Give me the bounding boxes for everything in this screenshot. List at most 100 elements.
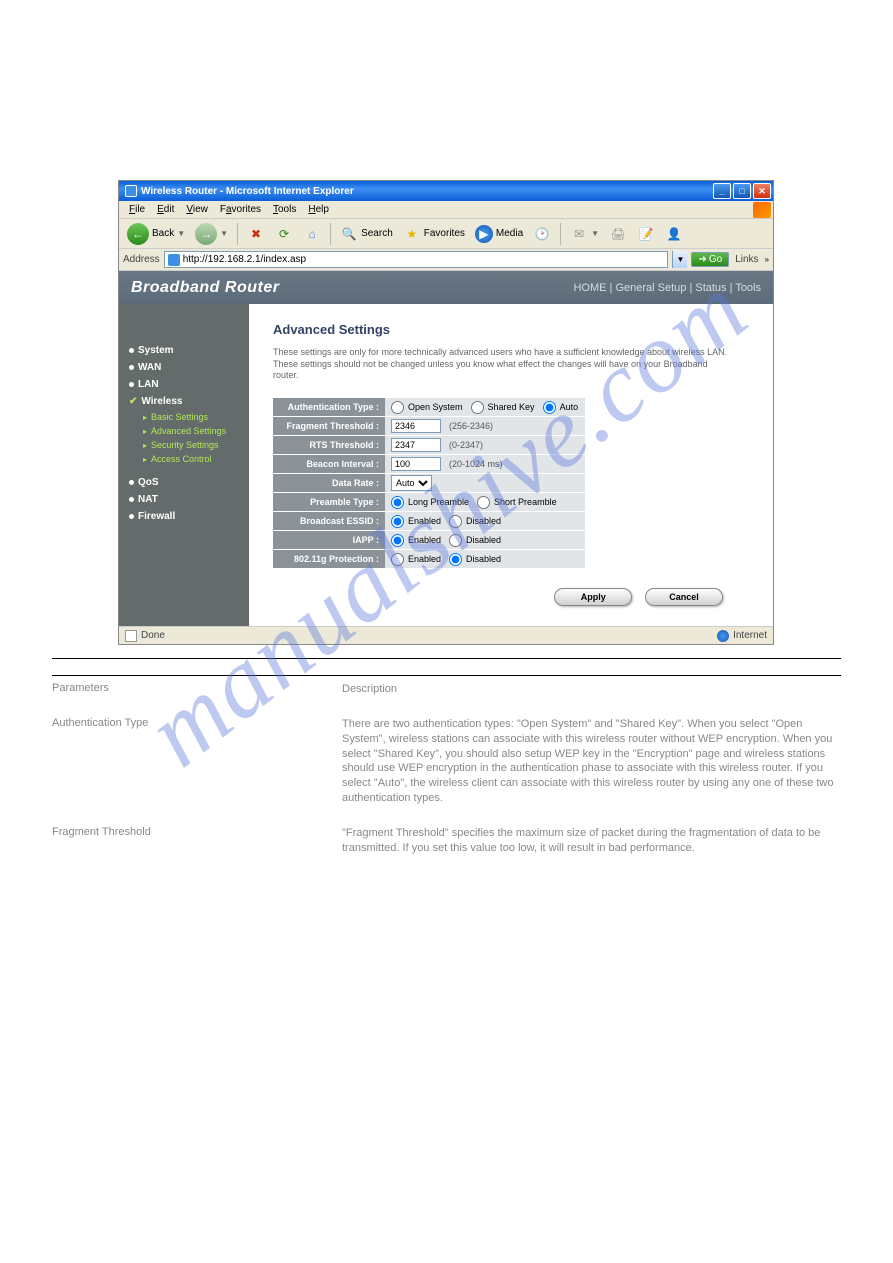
mail-button[interactable]: ✉▼ [566, 223, 603, 245]
address-dropdown[interactable]: ▼ [672, 251, 687, 268]
forward-button[interactable]: → ▼ [191, 221, 232, 247]
radio-auto[interactable]: Auto [543, 401, 579, 414]
status-done: Done [141, 630, 165, 641]
radio-iapp-disabled[interactable]: Disabled [449, 534, 501, 547]
input-rts[interactable] [391, 438, 441, 452]
header-nav[interactable]: HOME | General Setup | Status | Tools [573, 282, 761, 294]
main-panel: Advanced Settings These settings are onl… [249, 304, 773, 644]
chevron-down-icon: ▼ [177, 229, 185, 238]
row-beacon: Beacon Interval : (20-1024 ms) [273, 455, 749, 473]
sidebar-item-nat[interactable]: NAT [119, 491, 249, 508]
brand-title: Broadband Router [131, 279, 279, 297]
sidebar-label: Wireless [141, 396, 182, 407]
sidebar-sub-security[interactable]: ▸Security Settings [119, 438, 249, 452]
print-button[interactable]: 🖨 [605, 223, 631, 245]
maximize-button[interactable]: □ [733, 183, 751, 199]
sidebar: System WAN LAN ✔Wireless ▸Basic Settings… [119, 304, 249, 644]
menu-file[interactable]: File [123, 202, 151, 217]
ctrl-essid: Enabled Disabled [385, 512, 585, 530]
favorites-button[interactable]: ★Favorites [399, 223, 469, 245]
apply-button[interactable]: Apply [554, 588, 632, 606]
ctrl-iapp: Enabled Disabled [385, 531, 585, 549]
arrow-icon: ▸ [143, 413, 147, 422]
window-title: Wireless Router - Microsoft Internet Exp… [141, 186, 354, 197]
banner: Broadband Router HOME | General Setup | … [119, 271, 773, 304]
menu-help[interactable]: Help [302, 202, 335, 217]
close-button[interactable]: ✕ [753, 183, 771, 199]
blurb-auth-label: Authentication Type [52, 717, 342, 806]
sidebar-sub-advanced[interactable]: ▸Advanced Settings [119, 424, 249, 438]
cancel-button[interactable]: Cancel [645, 588, 723, 606]
media-button[interactable]: ▶Media [471, 223, 527, 245]
range-fragment: (256-2346) [449, 421, 493, 431]
radio-long-preamble[interactable]: Long Preamble [391, 496, 469, 509]
sidebar-item-system[interactable]: System [119, 342, 249, 359]
separator [330, 223, 331, 245]
status-bar: Done Internet [119, 626, 773, 644]
sidebar-label: QoS [138, 477, 159, 488]
page-title: Advanced Settings [273, 322, 749, 337]
media-icon: ▶ [475, 225, 493, 243]
menu-favorites[interactable]: Favorites [214, 202, 267, 217]
menu-view[interactable]: View [180, 202, 214, 217]
sidebar-item-wan[interactable]: WAN [119, 359, 249, 376]
sidebar-label: NAT [138, 494, 158, 505]
search-icon: 🔍 [340, 225, 358, 243]
select-data-rate[interactable]: Auto [391, 475, 432, 491]
radio-open-system[interactable]: Open System [391, 401, 463, 414]
links-chevron-icon[interactable]: » [765, 255, 769, 264]
menu-edit[interactable]: Edit [151, 202, 180, 217]
minimize-button[interactable]: _ [713, 183, 731, 199]
ctrl-gprotection: Enabled Disabled [385, 550, 585, 568]
home-button[interactable]: ⌂ [299, 223, 325, 245]
address-input-wrapper [164, 251, 669, 268]
sidebar-item-lan[interactable]: LAN [119, 376, 249, 393]
history-button[interactable]: 🕑 [529, 223, 555, 245]
sidebar-item-firewall[interactable]: Firewall [119, 508, 249, 525]
messenger-button[interactable]: 👤 [661, 223, 687, 245]
back-button[interactable]: ← Back ▼ [123, 221, 189, 247]
bullet-icon [129, 365, 134, 370]
edit-button[interactable]: 📝 [633, 223, 659, 245]
arrow-icon: ▸ [143, 455, 147, 464]
ctrl-auth-type: Open System Shared Key Auto [385, 398, 585, 416]
refresh-button[interactable]: ⟳ [271, 223, 297, 245]
search-button[interactable]: 🔍Search [336, 223, 397, 245]
label-data-rate: Data Rate : [273, 474, 385, 492]
sidebar-item-qos[interactable]: QoS [119, 474, 249, 491]
divider [52, 658, 841, 659]
radio-essid-enabled[interactable]: Enabled [391, 515, 441, 528]
stop-button[interactable]: ✖ [243, 223, 269, 245]
content-area: Broadband Router HOME | General Setup | … [119, 271, 773, 644]
label-fragment: Fragment Threshold : [273, 417, 385, 435]
radio-shared-key[interactable]: Shared Key [471, 401, 535, 414]
media-label: Media [496, 228, 523, 239]
ctrl-fragment: (256-2346) [385, 417, 585, 435]
url-input[interactable] [183, 254, 665, 265]
row-rts: RTS Threshold : (0-2347) [273, 436, 749, 454]
ctrl-beacon: (20-1024 ms) [385, 455, 585, 473]
radio-short-preamble[interactable]: Short Preamble [477, 496, 557, 509]
page-icon [168, 254, 180, 266]
menu-tools[interactable]: Tools [267, 202, 302, 217]
row-fragment: Fragment Threshold : (256-2346) [273, 417, 749, 435]
input-fragment[interactable] [391, 419, 441, 433]
ie-icon [125, 185, 137, 197]
links-label[interactable]: Links [733, 254, 760, 265]
sidebar-sub-access[interactable]: ▸Access Control [119, 452, 249, 466]
input-beacon[interactable] [391, 457, 441, 471]
sidebar-item-wireless[interactable]: ✔Wireless [119, 393, 249, 410]
bullet-icon [129, 497, 134, 502]
chevron-down-icon: ▼ [591, 229, 599, 238]
sidebar-sub-basic[interactable]: ▸Basic Settings [119, 410, 249, 424]
radio-essid-disabled[interactable]: Disabled [449, 515, 501, 528]
radio-gprot-disabled[interactable]: Disabled [449, 553, 501, 566]
radio-iapp-enabled[interactable]: Enabled [391, 534, 441, 547]
back-label: Back [152, 228, 174, 239]
chevron-down-icon: ▼ [220, 229, 228, 238]
radio-gprot-enabled[interactable]: Enabled [391, 553, 441, 566]
star-icon: ★ [403, 225, 421, 243]
go-button[interactable]: ➜ Go [691, 252, 729, 267]
forward-icon: → [195, 223, 217, 245]
label-rts: RTS Threshold : [273, 436, 385, 454]
